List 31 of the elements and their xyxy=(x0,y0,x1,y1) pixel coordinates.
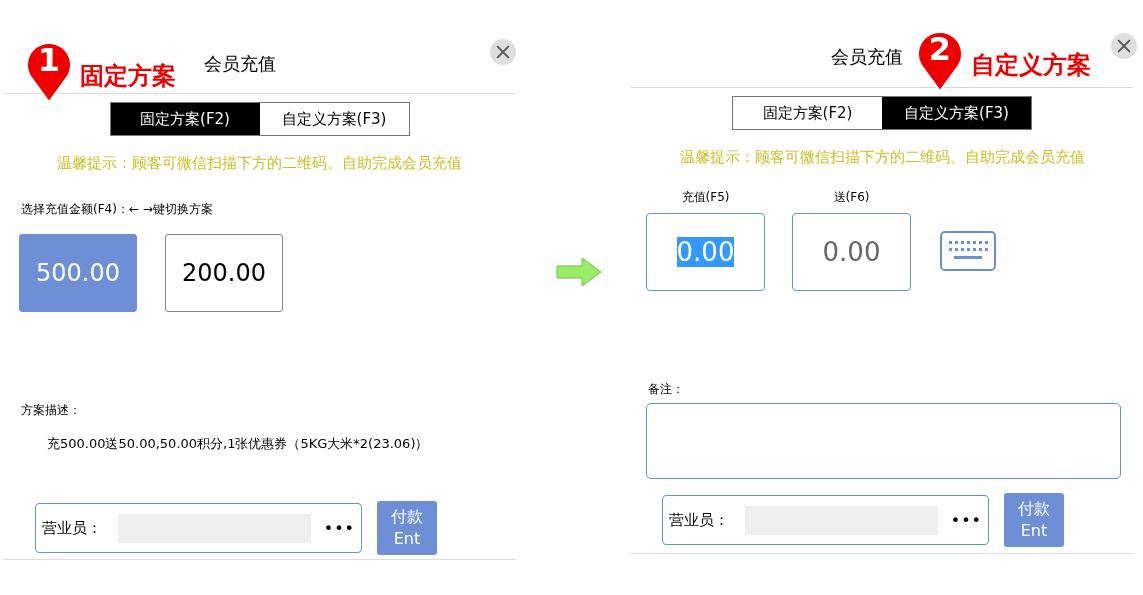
tip-text: 温馨提示：顾客可微信扫描下方的二维码。自助完成会员充值 xyxy=(56,154,463,173)
dialog-title: 会员充值 xyxy=(204,52,276,76)
close-button[interactable] xyxy=(490,39,516,65)
close-icon xyxy=(1117,39,1131,53)
more-button[interactable]: ••• xyxy=(323,518,355,538)
field-label: 充值(F5) xyxy=(681,189,730,206)
close-button[interactable] xyxy=(1111,33,1137,59)
close-icon xyxy=(496,45,510,59)
arrow-icon xyxy=(556,257,602,287)
clerk-label: 营业员： xyxy=(42,518,103,538)
description-label: 方案描述： xyxy=(21,402,82,419)
description-text: 充500.00送50.00,50.00积分,1张优惠券（5KG大米*2(23.06)） xyxy=(47,435,430,453)
callout-label: 固定方案 xyxy=(80,61,176,92)
amount-field[interactable]: 0.00 xyxy=(792,213,911,291)
amount-option[interactable]: 200.00 xyxy=(165,234,283,312)
step-number: 1 xyxy=(37,42,61,78)
tab[interactable]: 固定方案(F2) xyxy=(110,103,260,135)
remark-label: 备注： xyxy=(648,381,685,398)
remark-field[interactable] xyxy=(646,403,1121,479)
clerk-field[interactable]: 营业员： ••• xyxy=(35,503,362,553)
amount-label: 选择充值金额(F4)：← →键切换方案 xyxy=(21,201,214,218)
clerk-label: 营业员： xyxy=(669,510,730,530)
clerk-field[interactable]: 营业员： ••• xyxy=(662,495,989,545)
tip-text: 温馨提示：顾客可微信扫描下方的二维码。自助完成会员充值 xyxy=(678,148,1086,167)
keyboard-icon[interactable] xyxy=(940,231,996,271)
step-number: 2 xyxy=(928,31,952,67)
dialog-title: 会员充值 xyxy=(831,45,903,69)
field-label: 送(F6) xyxy=(833,189,870,206)
callout-label: 自定义方案 xyxy=(971,50,1091,81)
tab[interactable]: 自定义方案(F3) xyxy=(882,97,1031,129)
more-button[interactable]: ••• xyxy=(950,510,982,530)
